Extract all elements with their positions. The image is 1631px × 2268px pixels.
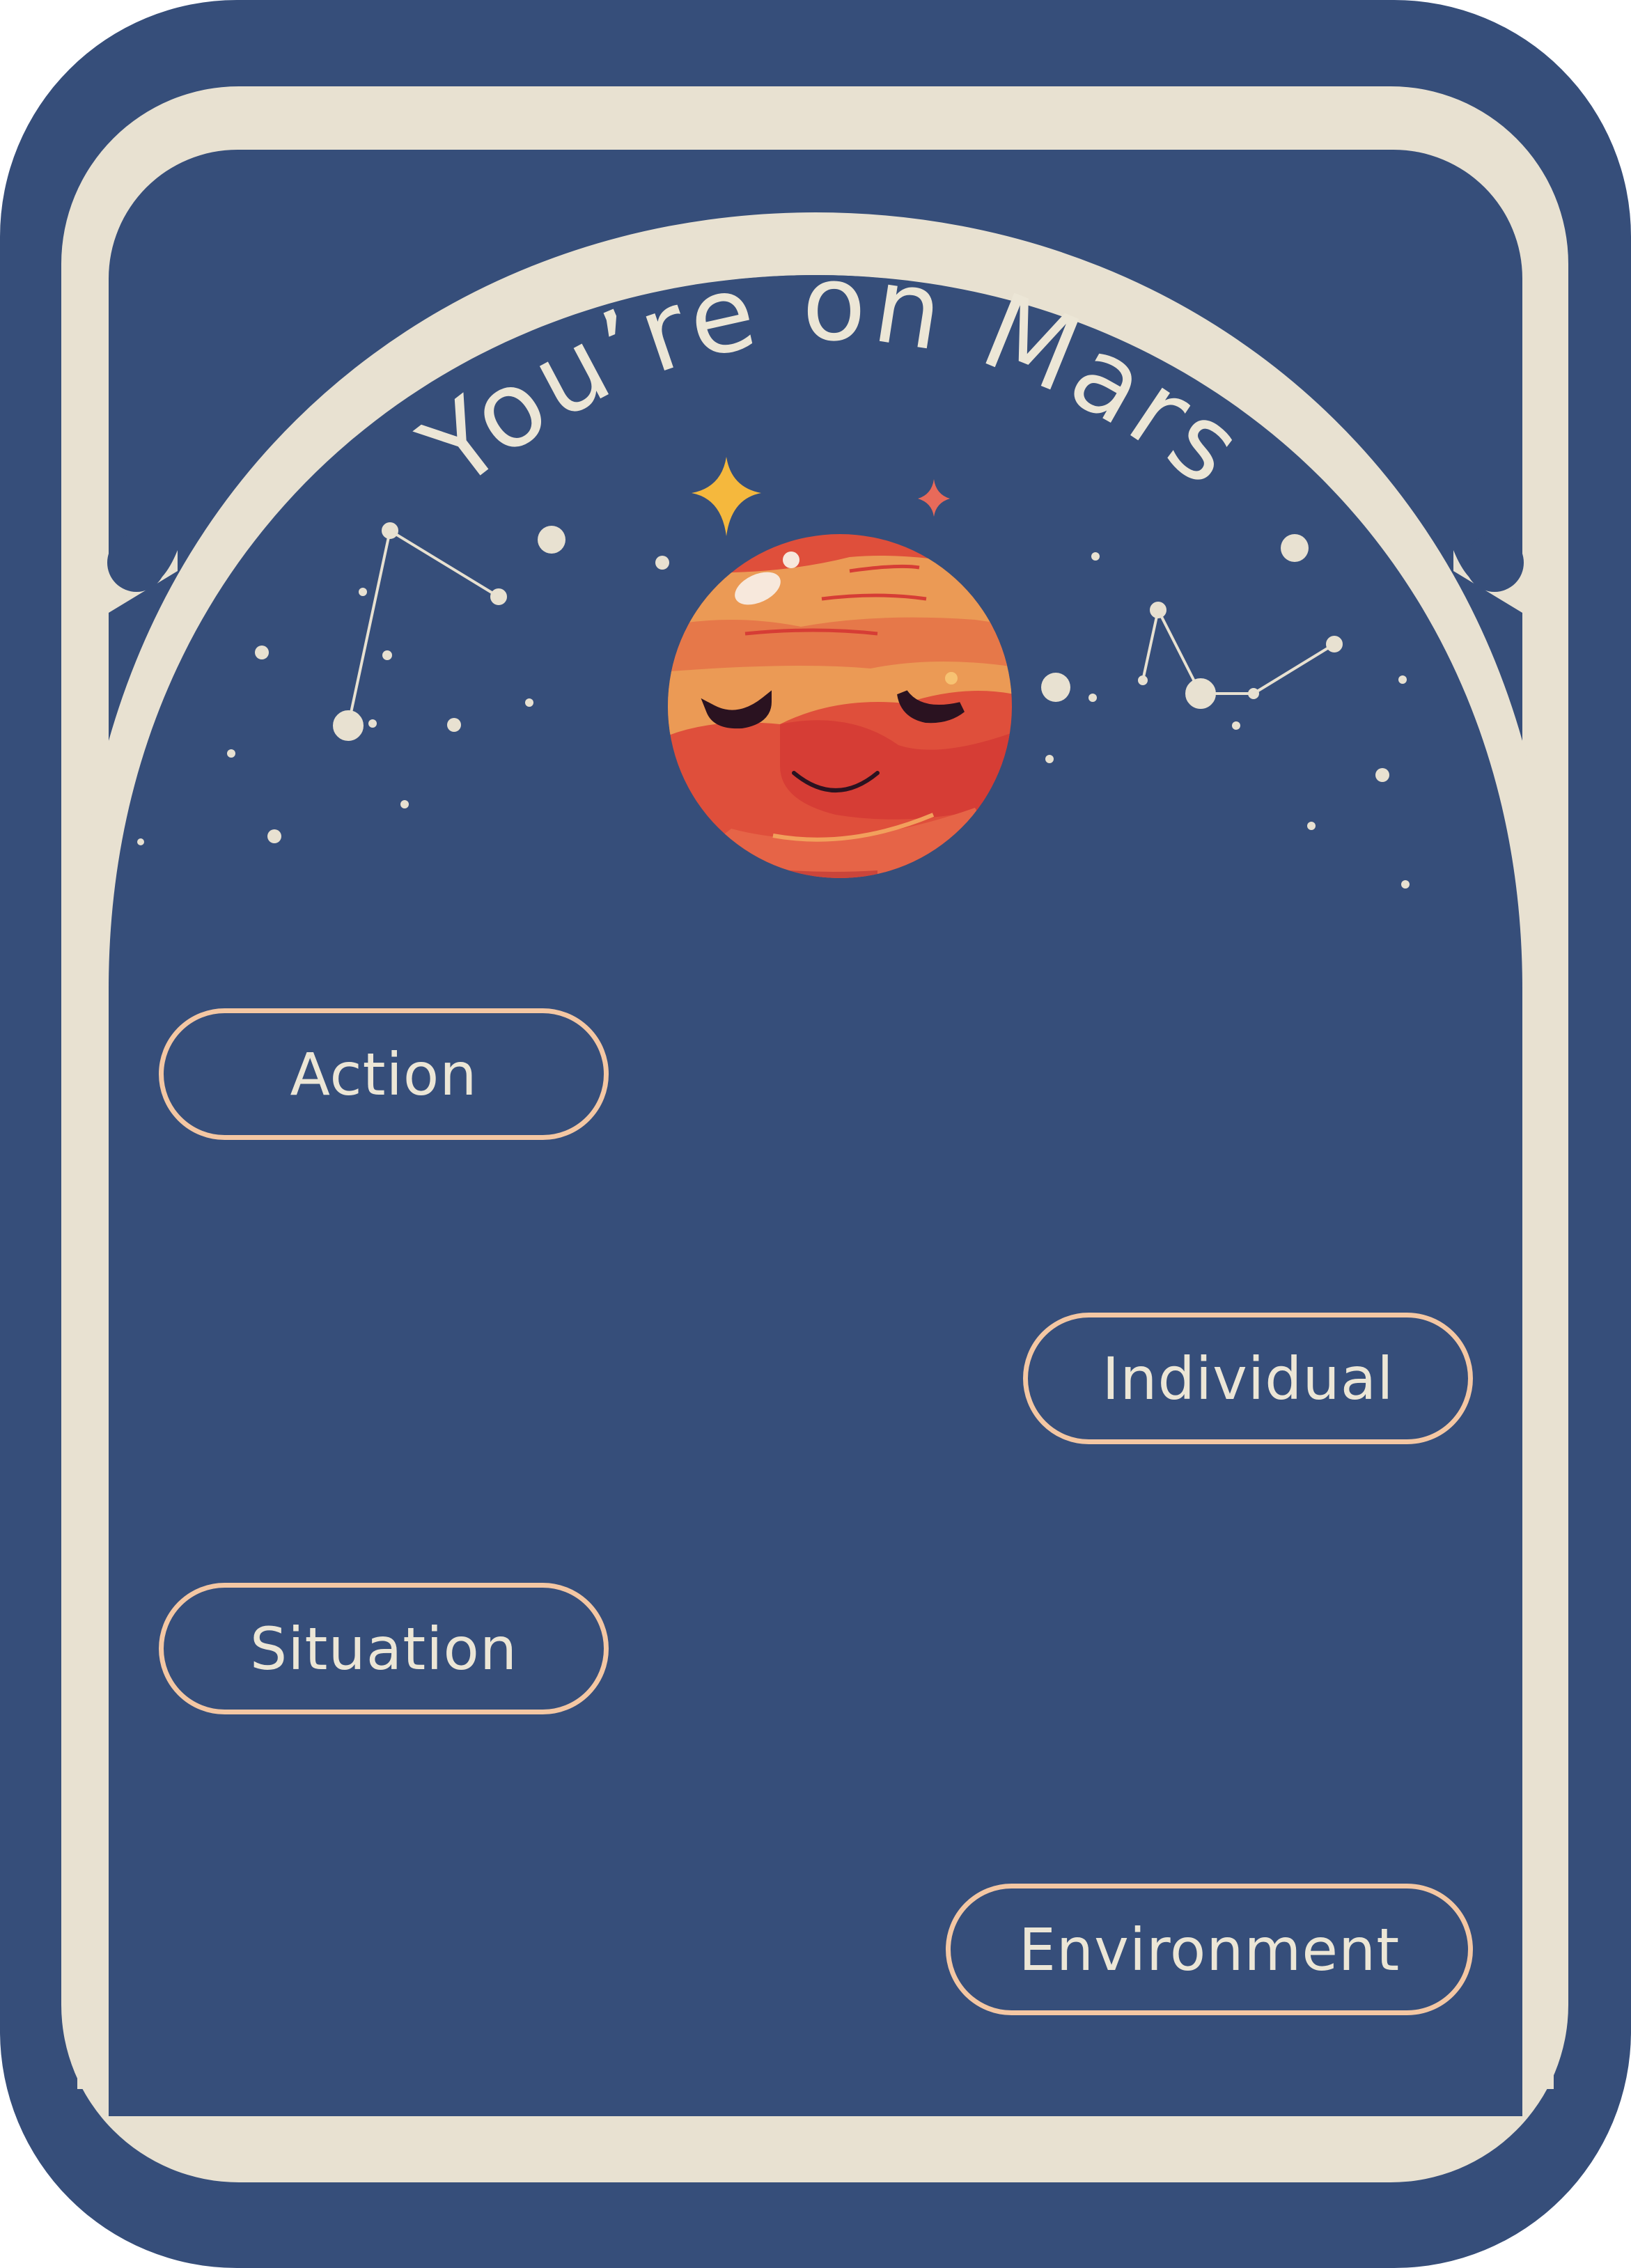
tag-action-label: Action <box>290 1040 478 1109</box>
tag-environment-label: Environment <box>1018 1915 1400 1984</box>
tag-situation-label: Situation <box>249 1614 518 1683</box>
tag-individual-button[interactable]: Individual <box>1023 1313 1473 1444</box>
tag-action-button[interactable]: Action <box>159 1008 609 1140</box>
tag-individual-label: Individual <box>1102 1344 1394 1413</box>
tag-environment-button[interactable]: Environment <box>946 1884 1473 2015</box>
tag-situation-button[interactable]: Situation <box>159 1583 609 1714</box>
